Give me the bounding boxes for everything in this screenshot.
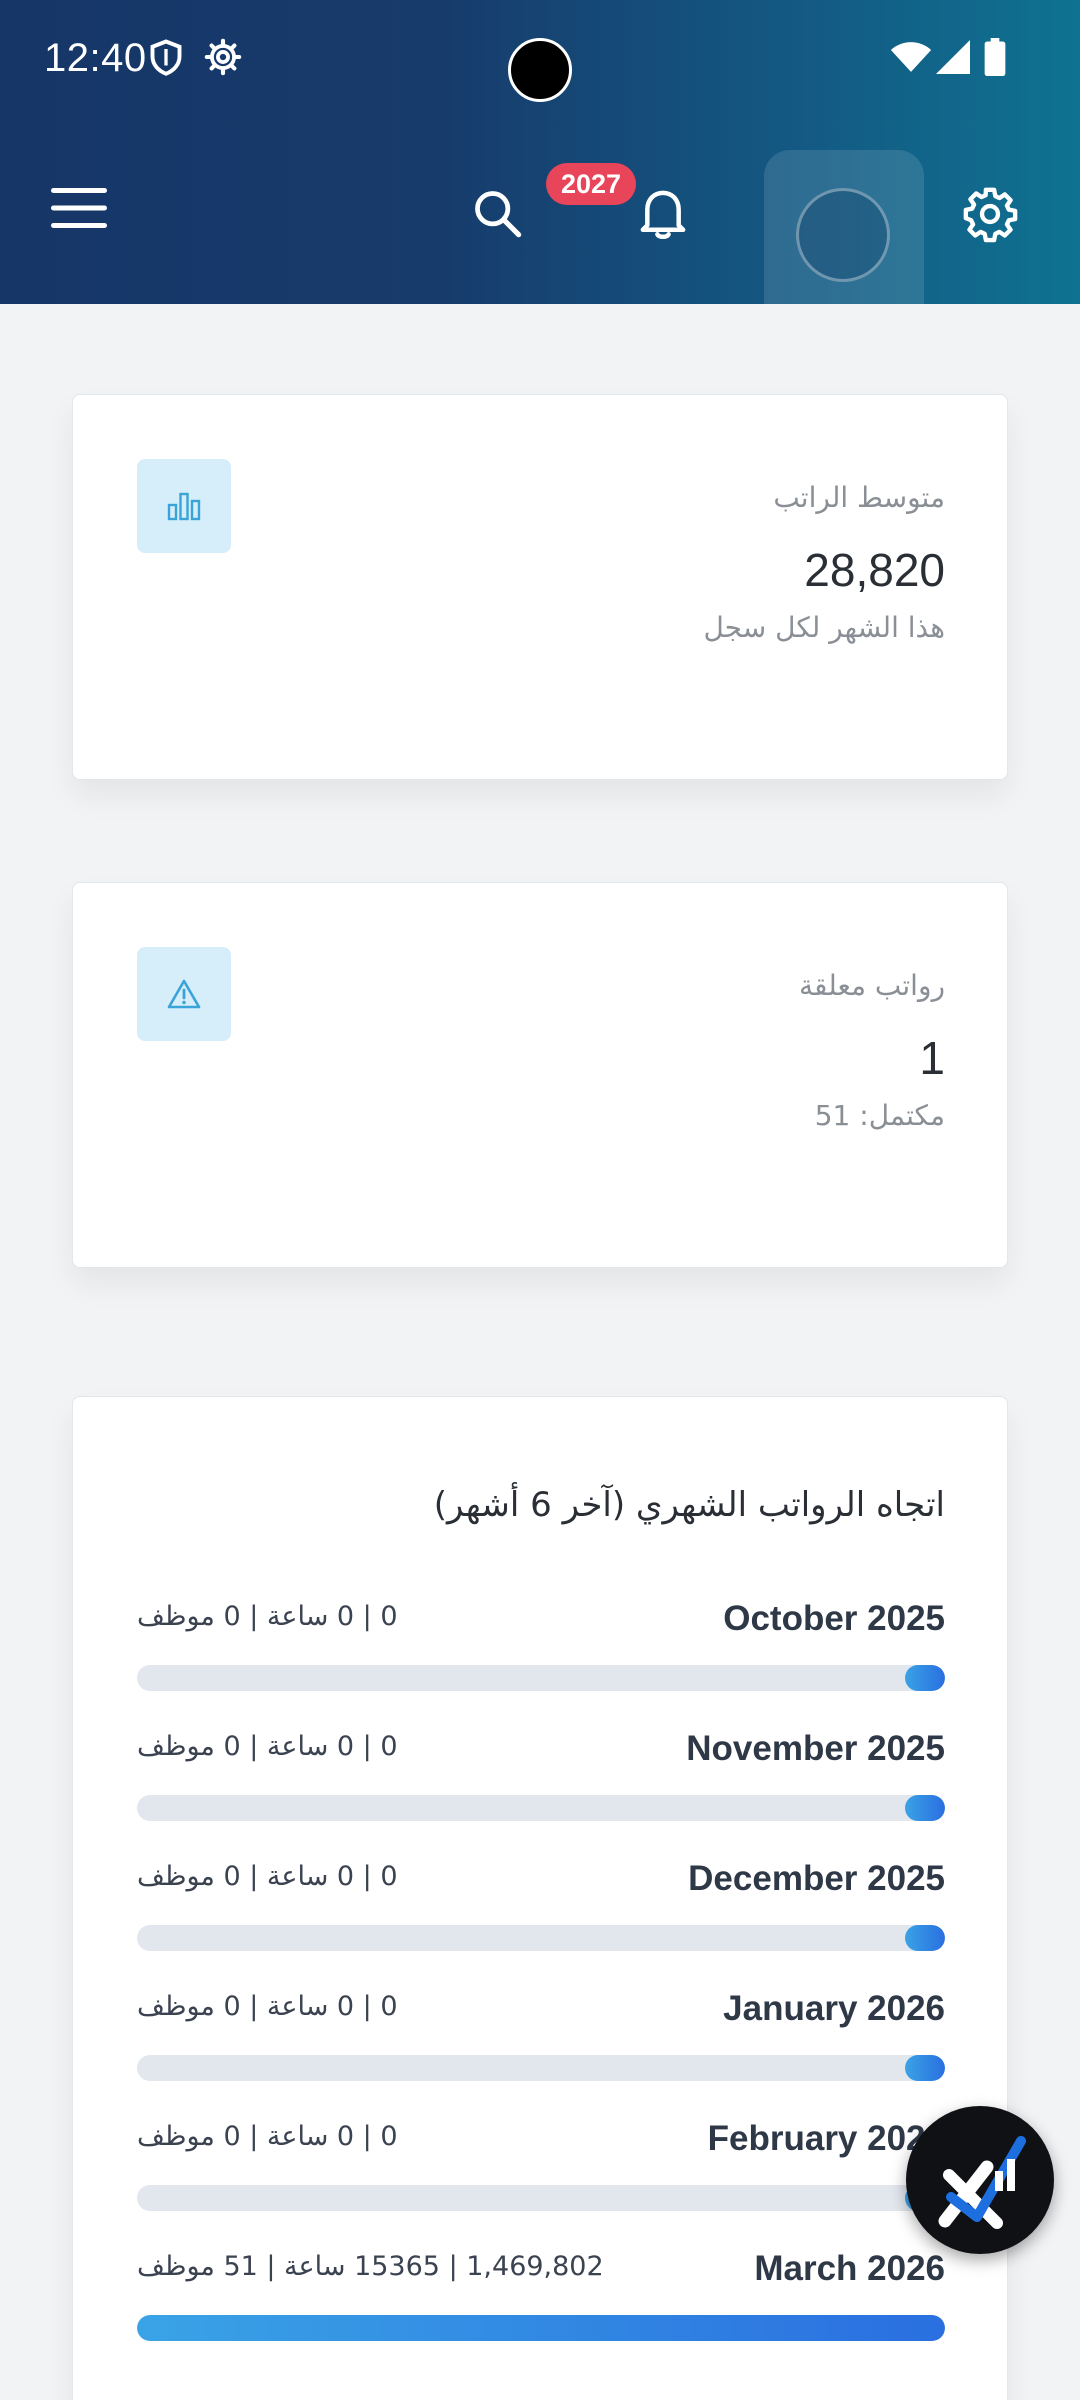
battery-icon bbox=[984, 38, 1006, 80]
month-meta: 0 | 0 ساعة | 0 موظف bbox=[137, 1861, 398, 1892]
signal-icon bbox=[936, 40, 970, 78]
settings-icon bbox=[961, 185, 1019, 247]
progress-track bbox=[137, 1795, 945, 1821]
pending-salaries-card: رواتب معلقة 1 مكتمل: 51 bbox=[72, 882, 1008, 1268]
month-row: October 2025 0 | 0 ساعة | 0 موظف bbox=[137, 1599, 945, 1729]
month-row: December 2025 0 | 0 ساعة | 0 موظف bbox=[137, 1859, 945, 1989]
settings-button[interactable] bbox=[954, 180, 1026, 252]
month-name: January 2026 bbox=[723, 1989, 945, 2028]
progress-track bbox=[137, 1925, 945, 1951]
progress-track bbox=[137, 2055, 945, 2081]
avg-salary-label: متوسط الراتب bbox=[773, 481, 945, 514]
warning-icon bbox=[137, 947, 231, 1041]
pending-salaries-label: رواتب معلقة bbox=[799, 969, 945, 1002]
bar-chart-icon bbox=[137, 459, 231, 553]
month-meta: 0 | 0 ساعة | 0 موظف bbox=[137, 1601, 398, 1632]
month-row: November 2025 0 | 0 ساعة | 0 موظف bbox=[137, 1729, 945, 1859]
monthly-trend-card: اتجاه الرواتب الشهري (آخر 6 أشهر) Octobe… bbox=[72, 1396, 1008, 2400]
progress-track bbox=[137, 2185, 945, 2211]
status-time: 12:40 bbox=[44, 36, 147, 80]
month-row: January 2026 0 | 0 ساعة | 0 موظف bbox=[137, 1989, 945, 2119]
notification-count-badge: 2027 bbox=[546, 163, 636, 205]
pending-salaries-value: 1 bbox=[919, 1032, 945, 1084]
month-name: October 2025 bbox=[723, 1599, 945, 1638]
status-bar: 12:40 bbox=[0, 0, 1080, 120]
month-row: February 2026 0 | 0 ساعة | 0 موظف bbox=[137, 2119, 945, 2249]
month-meta: 0 | 0 ساعة | 0 موظف bbox=[137, 2121, 398, 2152]
gear-icon bbox=[204, 38, 242, 80]
month-name: February 2026 bbox=[707, 2119, 945, 2158]
progress-fill bbox=[137, 2315, 945, 2341]
pending-salaries-subtitle: مكتمل: 51 bbox=[814, 1099, 945, 1132]
x-check-logo-icon bbox=[925, 2123, 1035, 2237]
avg-salary-subtitle: هذا الشهر لكل سجل bbox=[703, 611, 945, 644]
month-meta: 1,469,802 | 15365 ساعة | 51 موظف bbox=[137, 2251, 604, 2282]
month-name: November 2025 bbox=[686, 1729, 945, 1768]
wifi-icon bbox=[890, 40, 932, 78]
month-name: March 2026 bbox=[754, 2249, 945, 2288]
progress-track bbox=[137, 2315, 945, 2341]
avg-salary-value: 28,820 bbox=[804, 544, 945, 596]
progress-track bbox=[137, 1665, 945, 1691]
month-meta: 0 | 0 ساعة | 0 موظف bbox=[137, 1991, 398, 2022]
front-camera bbox=[508, 38, 572, 102]
bell-icon bbox=[636, 185, 690, 245]
avg-salary-card: متوسط الراتب 28,820 هذا الشهر لكل سجل bbox=[72, 394, 1008, 780]
menu-button[interactable] bbox=[44, 180, 114, 240]
month-meta: 0 | 0 ساعة | 0 موظف bbox=[137, 1731, 398, 1762]
search-icon bbox=[471, 187, 523, 243]
avatar[interactable] bbox=[796, 188, 890, 282]
month-row: March 2026 1,469,802 | 15365 ساعة | 51 م… bbox=[137, 2249, 945, 2379]
progress-fill bbox=[904, 1925, 945, 1951]
trend-title: اتجاه الرواتب الشهري (آخر 6 أشهر) bbox=[433, 1485, 945, 1525]
shield-icon bbox=[148, 38, 184, 82]
notifications-button[interactable] bbox=[628, 180, 698, 250]
progress-fill bbox=[904, 1795, 945, 1821]
progress-fill bbox=[904, 1665, 945, 1691]
progress-fill bbox=[904, 2055, 945, 2081]
menu-icon bbox=[51, 186, 107, 234]
month-name: December 2025 bbox=[688, 1859, 945, 1898]
floating-action-button[interactable] bbox=[906, 2106, 1054, 2254]
search-button[interactable] bbox=[462, 180, 532, 250]
